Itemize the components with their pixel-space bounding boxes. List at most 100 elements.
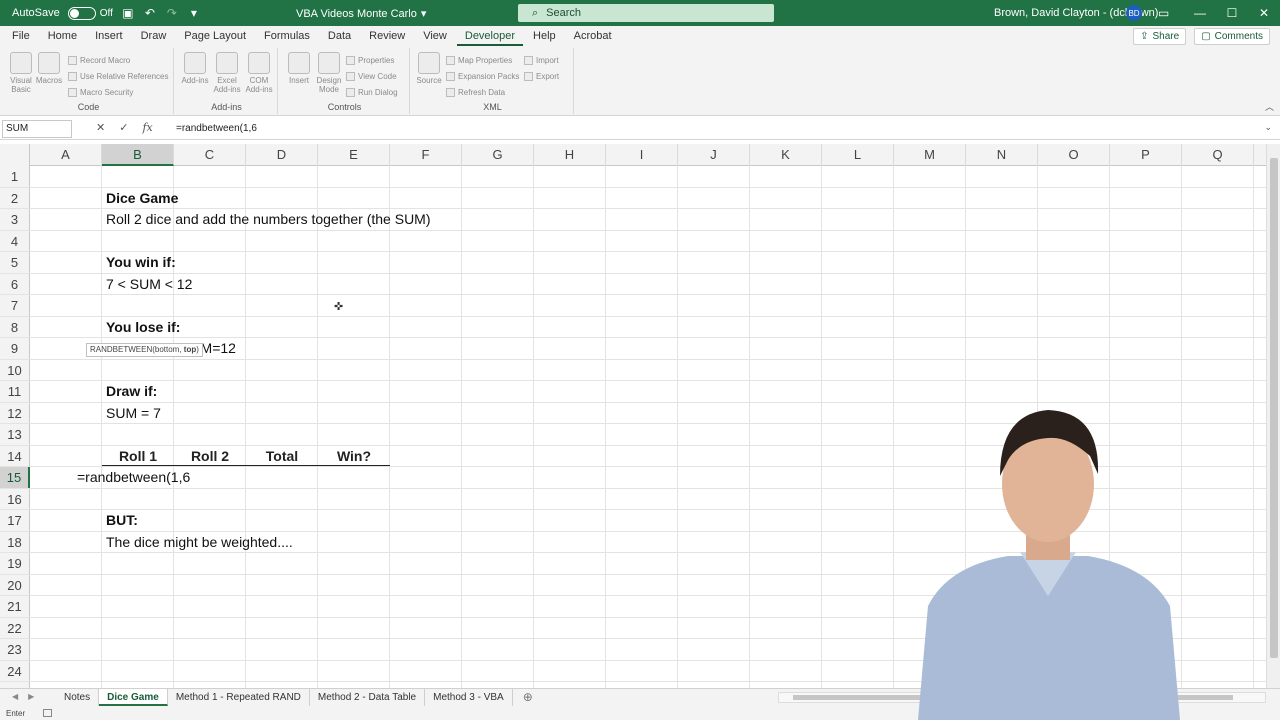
redo-icon[interactable]: ↷ — [165, 6, 179, 20]
cell-b5[interactable]: You win if: — [106, 252, 176, 273]
export-button[interactable]: Export — [524, 69, 559, 83]
tab-review[interactable]: Review — [361, 26, 413, 46]
column-header[interactable]: F — [390, 144, 462, 166]
tab-acrobat[interactable]: Acrobat — [566, 26, 620, 46]
com-add-ins-button[interactable]: COM Add-ins — [244, 52, 274, 94]
minimize-icon[interactable]: — — [1184, 0, 1216, 26]
row-header[interactable]: 10 — [0, 359, 30, 380]
expand-formula-bar-icon[interactable]: ⌄ — [1264, 122, 1272, 133]
row-header[interactable]: 16 — [0, 488, 30, 509]
row-header[interactable]: 3 — [0, 209, 30, 230]
undo-icon[interactable]: ↶ — [143, 6, 157, 20]
sheet-tab[interactable]: Method 1 - Repeated RAND — [168, 689, 310, 706]
close-icon[interactable]: ✕ — [1248, 0, 1280, 26]
name-box[interactable]: SUM — [2, 120, 72, 138]
column-header[interactable]: G — [462, 144, 534, 166]
row-header[interactable]: 17 — [0, 510, 30, 531]
column-header[interactable]: E — [318, 144, 390, 166]
prev-sheet-icon[interactable]: ◀ — [12, 692, 18, 701]
save-icon[interactable]: ▣ — [121, 6, 135, 20]
table-header-cell[interactable]: Total — [246, 446, 318, 466]
column-header[interactable]: C — [174, 144, 246, 166]
enter-icon[interactable]: ✓ — [119, 121, 128, 134]
column-header[interactable]: I — [606, 144, 678, 166]
formula-input[interactable]: =randbetween(1,6 — [176, 121, 257, 137]
cell-b17[interactable]: BUT: — [106, 510, 138, 531]
excel-add-ins-button[interactable]: Excel Add-ins — [212, 52, 242, 94]
column-header[interactable]: M — [894, 144, 966, 166]
macros-button[interactable]: Macros — [34, 52, 64, 85]
tab-file[interactable]: File — [4, 26, 38, 46]
cell-b8[interactable]: You lose if: — [106, 317, 180, 338]
active-cell-editor[interactable]: =randbetween(1,6 — [77, 467, 190, 488]
column-header[interactable]: B — [102, 144, 174, 166]
map-properties-button[interactable]: Map Properties — [446, 53, 512, 67]
tab-help[interactable]: Help — [525, 26, 564, 46]
tab-draw[interactable]: Draw — [133, 26, 175, 46]
add-ins-button[interactable]: Add-ins — [180, 52, 210, 85]
function-tooltip[interactable]: RANDBETWEEN(bottom, top) — [86, 343, 203, 357]
row-header[interactable]: 15 — [0, 467, 30, 488]
tab-developer[interactable]: Developer — [456, 26, 524, 46]
source-button[interactable]: Source — [414, 52, 444, 85]
cell-b11[interactable]: Draw if: — [106, 381, 157, 402]
row-header[interactable]: 6 — [0, 273, 30, 294]
tab-home[interactable]: Home — [40, 26, 85, 46]
tab-view[interactable]: View — [415, 26, 455, 46]
row-header[interactable]: 18 — [0, 531, 30, 552]
column-header[interactable]: Q — [1182, 144, 1254, 166]
record-macro-button[interactable]: Record Macro — [68, 53, 130, 67]
column-header[interactable]: J — [678, 144, 750, 166]
column-header[interactable]: A — [30, 144, 102, 166]
cell-b6[interactable]: 7 < SUM < 12 — [106, 274, 192, 295]
run-dialog-button[interactable]: Run Dialog — [346, 85, 398, 99]
tab-data[interactable]: Data — [320, 26, 359, 46]
row-header[interactable]: 23 — [0, 639, 30, 660]
use-relative-references-button[interactable]: Use Relative References — [68, 69, 168, 83]
table-header-cell[interactable]: Roll 2 — [174, 446, 246, 466]
sheet-tab[interactable]: Method 2 - Data Table — [310, 689, 426, 706]
share-button[interactable]: ⇪ Share — [1133, 28, 1187, 45]
macro-security-button[interactable]: Macro Security — [68, 85, 133, 99]
comments-button[interactable]: ▢ Comments — [1194, 28, 1270, 45]
maximize-icon[interactable]: ☐ — [1216, 0, 1248, 26]
column-header[interactable]: O — [1038, 144, 1110, 166]
sheet-tab[interactable]: Notes — [56, 689, 100, 706]
column-header[interactable]: L — [822, 144, 894, 166]
row-header[interactable]: 20 — [0, 574, 30, 595]
customize-qat-icon[interactable]: ▾ — [187, 6, 201, 20]
row-header[interactable]: 13 — [0, 424, 30, 445]
tab-page-layout[interactable]: Page Layout — [176, 26, 254, 46]
cancel-icon[interactable]: ✕ — [96, 121, 105, 134]
sheet-tab[interactable]: Dice Game — [99, 689, 168, 706]
next-sheet-icon[interactable]: ▶ — [28, 692, 34, 701]
row-header[interactable]: 22 — [0, 617, 30, 638]
collapse-ribbon-icon[interactable]: ︿ — [1265, 100, 1274, 113]
vertical-scrollbar[interactable] — [1266, 144, 1280, 688]
design-mode-button[interactable]: Design Mode — [314, 52, 344, 94]
tab-formulas[interactable]: Formulas — [256, 26, 318, 46]
add-sheet-icon[interactable]: ⊕ — [523, 689, 533, 707]
row-header[interactable]: 8 — [0, 316, 30, 337]
row-header[interactable]: 12 — [0, 402, 30, 423]
view-code-button[interactable]: View Code — [346, 69, 397, 83]
row-header[interactable]: 21 — [0, 596, 30, 617]
cell-b2[interactable]: Dice Game — [106, 188, 178, 209]
properties-button[interactable]: Properties — [346, 53, 394, 67]
column-header[interactable]: P — [1110, 144, 1182, 166]
tab-insert[interactable]: Insert — [87, 26, 131, 46]
row-header[interactable]: 9 — [0, 338, 30, 359]
cell-b18[interactable]: The dice might be weighted.... — [106, 532, 293, 553]
row-header[interactable]: 1 — [0, 166, 30, 187]
autosave-toggle[interactable] — [67, 6, 96, 20]
sheet-tab[interactable]: Method 3 - VBA — [425, 689, 513, 706]
vertical-scroll-thumb[interactable] — [1270, 158, 1278, 658]
window-title[interactable]: VBA Videos Monte Carlo ▾ — [296, 7, 426, 21]
row-header[interactable]: 7 — [0, 295, 30, 316]
column-header[interactable]: N — [966, 144, 1038, 166]
table-header-cell[interactable]: Roll 1 — [102, 446, 174, 466]
row-header[interactable]: 11 — [0, 381, 30, 402]
column-header[interactable]: K — [750, 144, 822, 166]
insert-control-button[interactable]: Insert — [284, 52, 314, 85]
row-header[interactable]: 19 — [0, 553, 30, 574]
